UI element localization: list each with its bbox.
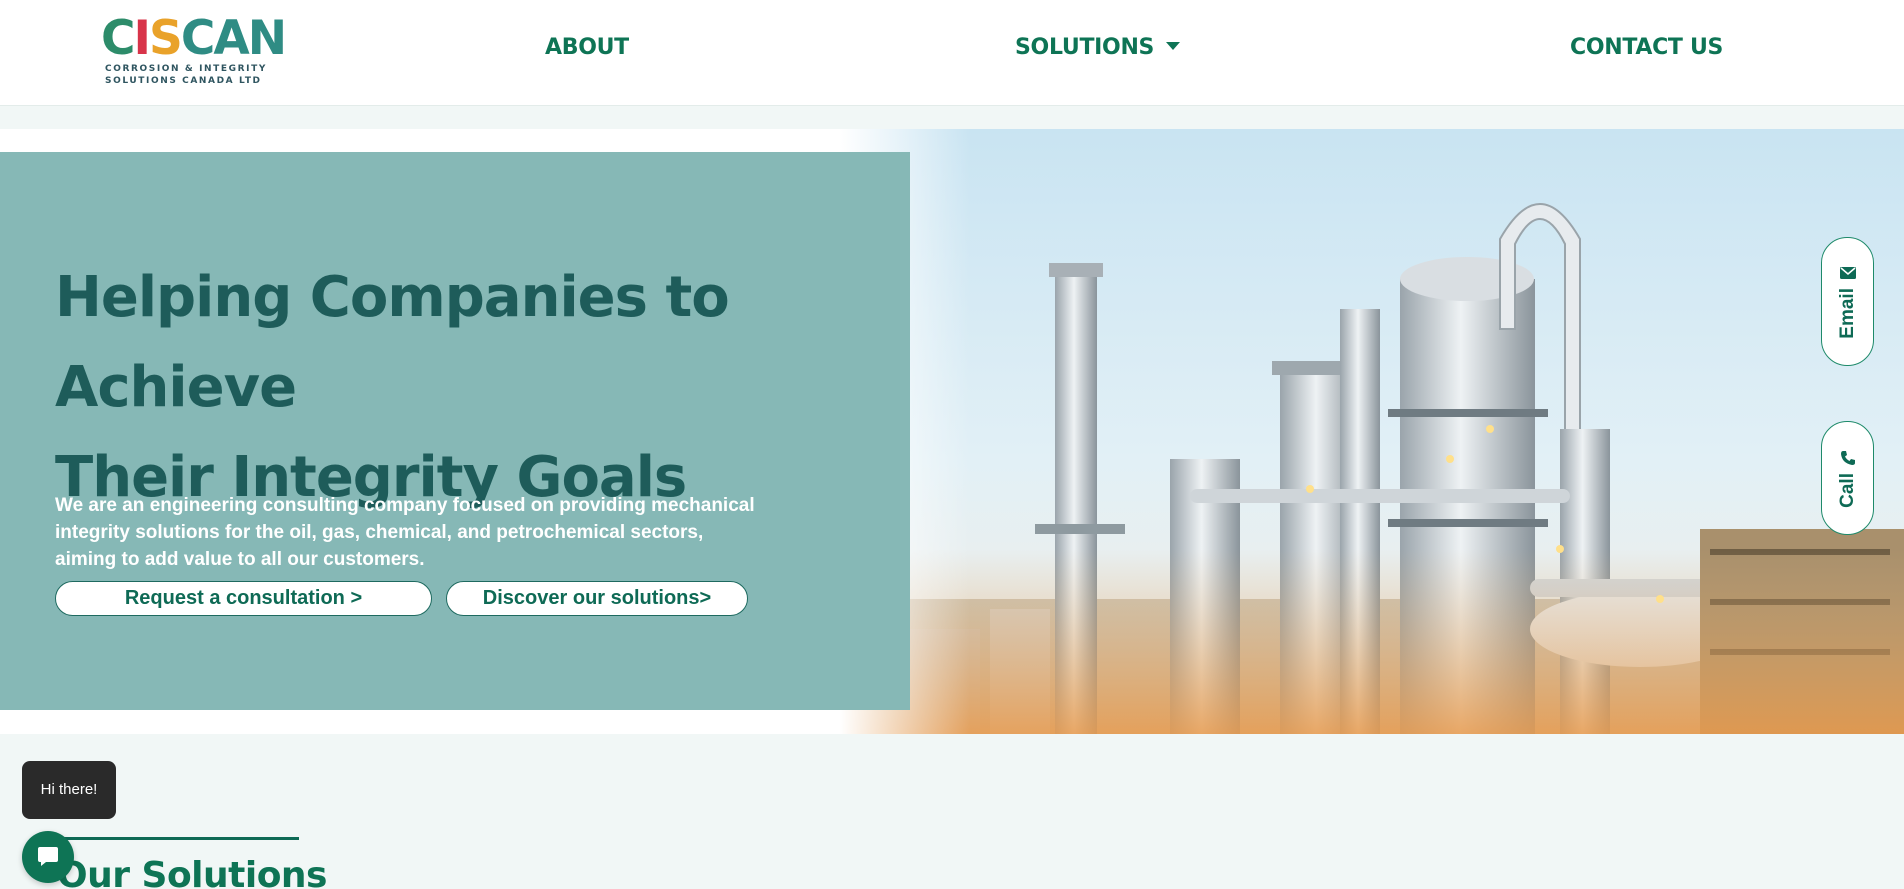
call-tab-label: Call <box>1836 472 1858 508</box>
nav-about[interactable]: ABOUT <box>545 35 629 60</box>
call-side-tab[interactable]: Call <box>1821 421 1874 535</box>
hero-title-line-1: Helping Companies to Achieve <box>55 265 730 420</box>
phone-icon <box>1840 450 1855 465</box>
chevron-down-icon <box>1166 42 1181 50</box>
section-divider <box>57 837 299 840</box>
email-icon <box>1839 267 1856 280</box>
nav-solutions-label: SOLUTIONS <box>1015 35 1155 60</box>
solutions-heading: Our Solutions <box>57 855 328 889</box>
logo-tagline-1: CORROSION & INTEGRITY <box>105 64 267 74</box>
chat-icon <box>38 847 58 866</box>
nav-contact[interactable]: CONTACT US <box>1570 35 1723 60</box>
nav-solutions[interactable]: SOLUTIONS <box>1015 35 1181 60</box>
chat-launcher-button[interactable] <box>22 831 74 883</box>
logo-wordmark: CISCAN <box>101 11 287 66</box>
hero-description: We are an engineering consulting company… <box>55 495 755 570</box>
hero-title: Helping Companies to Achieve Their Integ… <box>55 253 875 523</box>
email-side-tab[interactable]: Email <box>1821 237 1874 366</box>
ciscan-logo[interactable]: CISCAN CORROSION & INTEGRITY SOLUTIONS C… <box>101 11 287 91</box>
refinery-image <box>840 129 1904 734</box>
logo-tagline-2: SOLUTIONS CANADA LTD <box>105 76 262 86</box>
site-header: CISCAN CORROSION & INTEGRITY SOLUTIONS C… <box>0 0 1904 106</box>
discover-solutions-button[interactable]: Discover our solutions> <box>446 581 748 616</box>
request-consultation-button[interactable]: Request a consultation > <box>55 581 432 616</box>
email-tab-label: Email <box>1836 288 1858 339</box>
chat-greeting-bubble[interactable]: Hi there! <box>22 761 116 819</box>
